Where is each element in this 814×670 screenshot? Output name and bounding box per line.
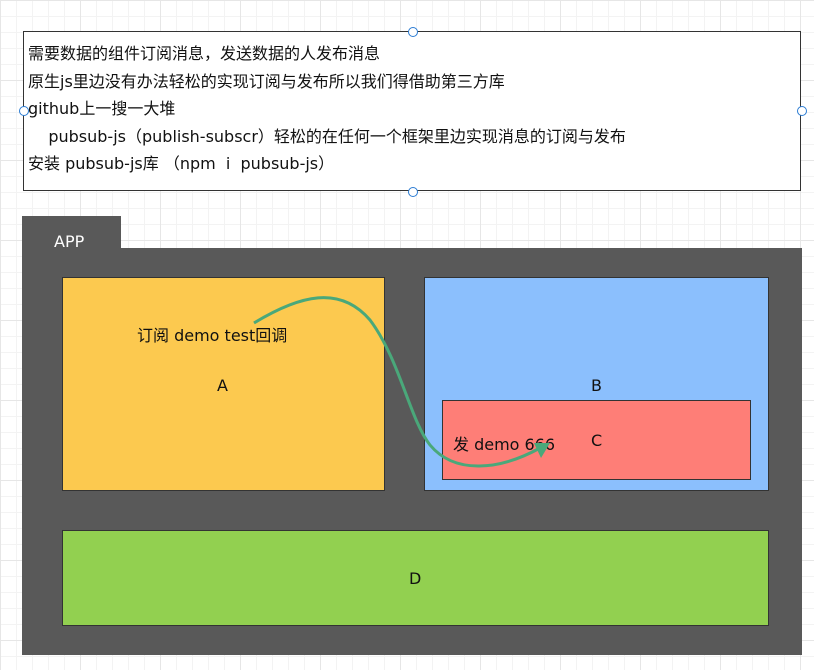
message-arrow <box>253 296 550 468</box>
